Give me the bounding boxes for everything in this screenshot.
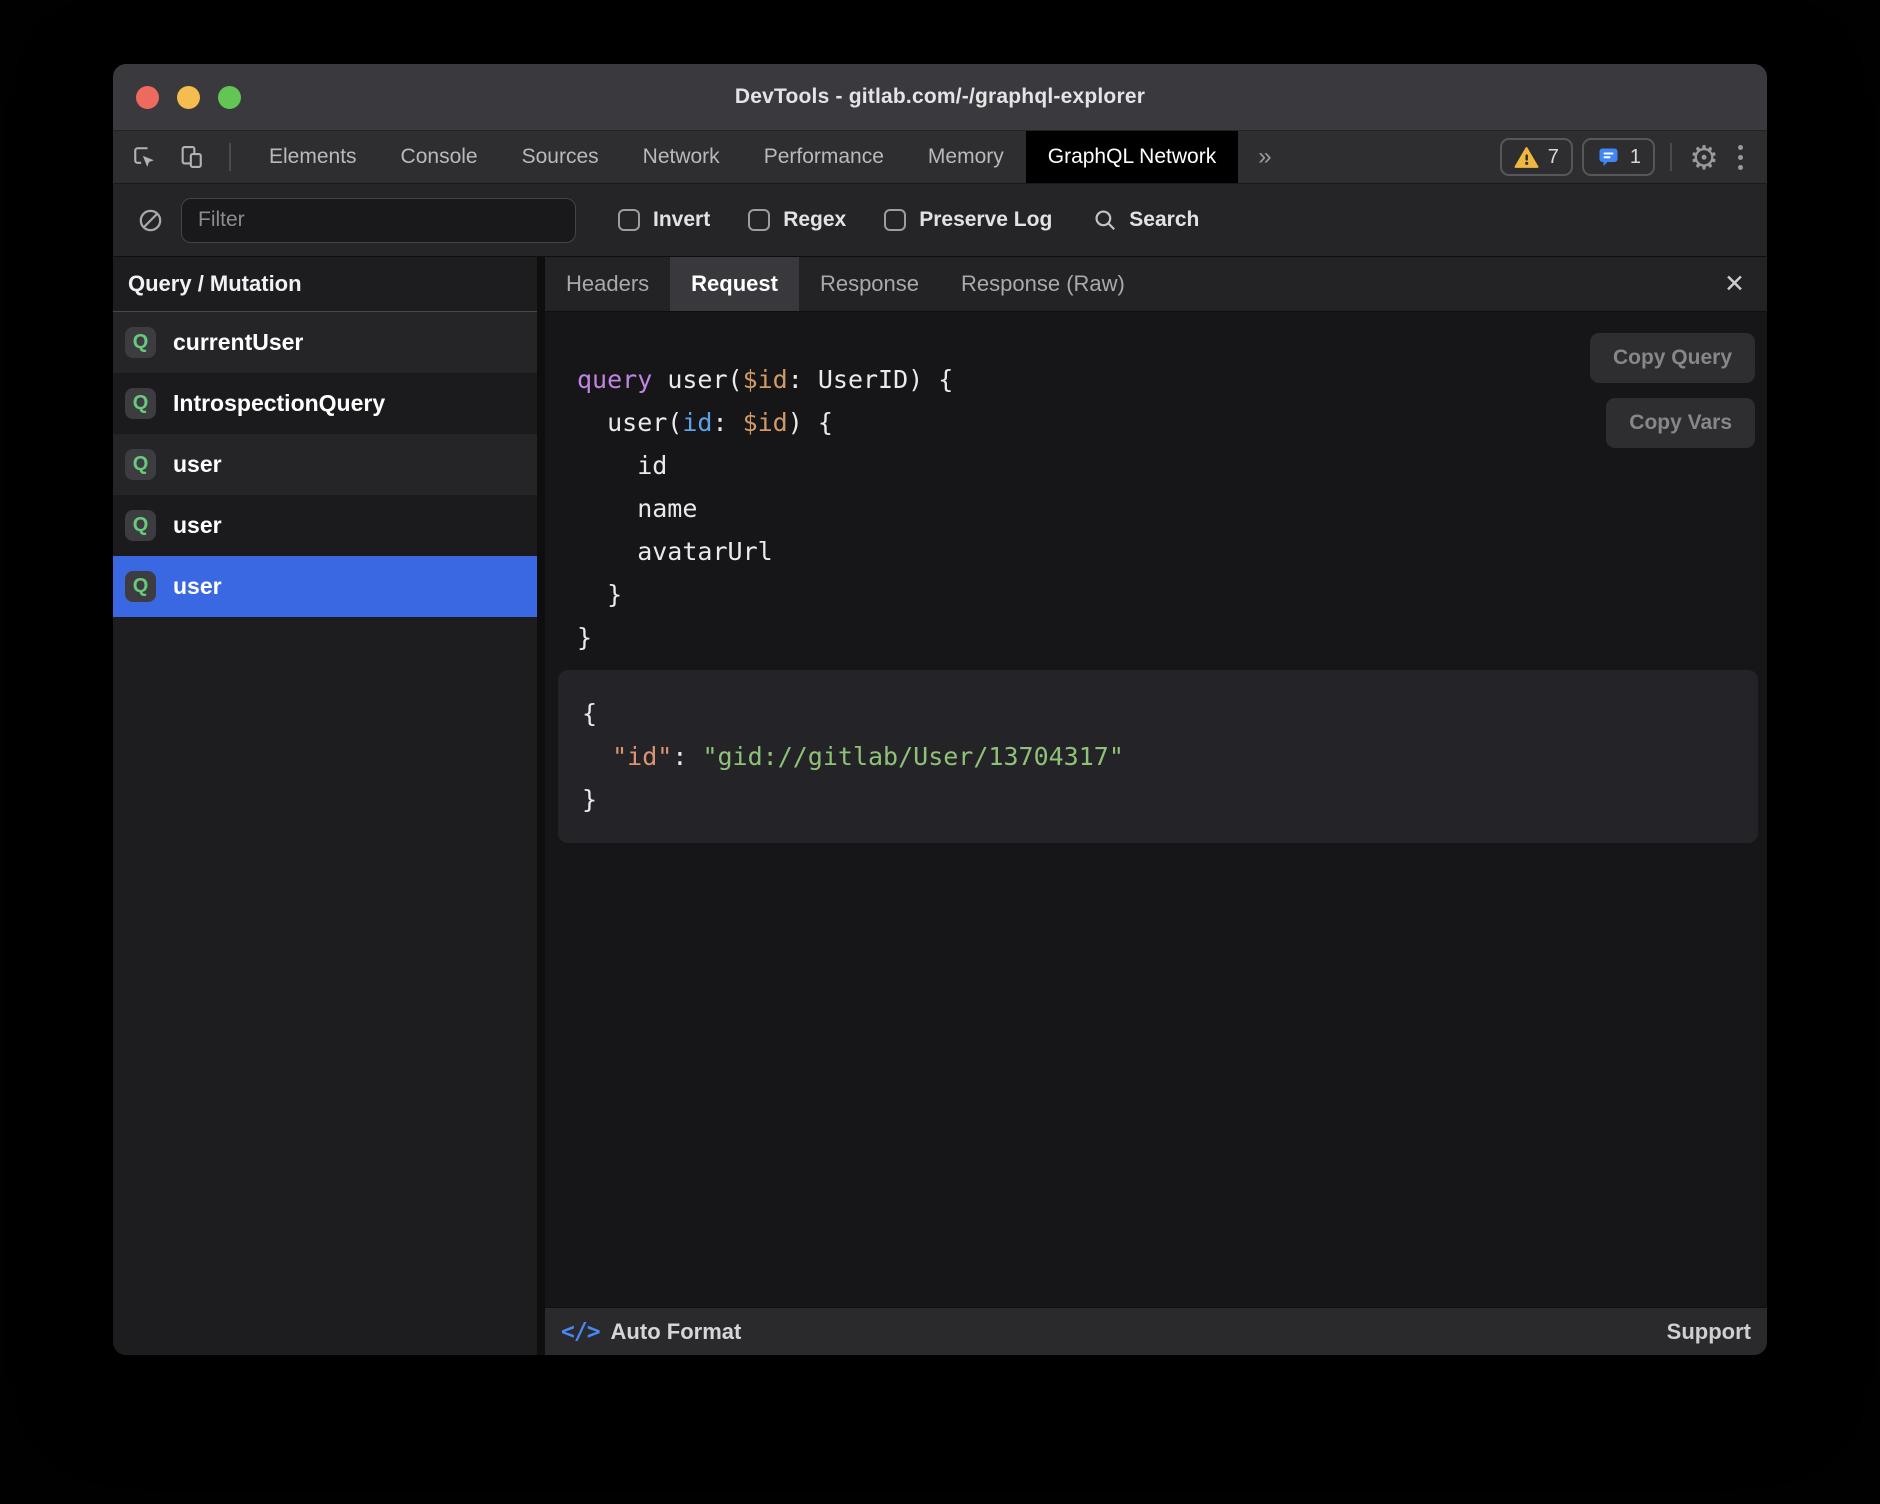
code-line: } xyxy=(582,778,1734,821)
devtools-tab-console[interactable]: Console xyxy=(379,131,500,183)
inspect-element-icon[interactable] xyxy=(127,140,161,174)
auto-format-label: Auto Format xyxy=(611,1319,742,1345)
code-format-icon: </> xyxy=(561,1319,600,1345)
checkbox-label: Preserve Log xyxy=(919,208,1052,232)
query-list-item[interactable]: QcurrentUser xyxy=(113,312,537,373)
devtools-tab-memory[interactable]: Memory xyxy=(906,131,1026,183)
support-link[interactable]: Support xyxy=(1667,1319,1751,1345)
query-type-badge: Q xyxy=(125,388,156,419)
query-code: query user($id: UserID) { user(id: $id) … xyxy=(577,358,953,659)
query-name-label: user xyxy=(173,512,222,539)
detail-tab-headers[interactable]: Headers xyxy=(545,257,670,311)
checkbox-invert[interactable]: Invert xyxy=(618,208,710,232)
devtools-tab-performance[interactable]: Performance xyxy=(742,131,906,183)
detail-tab-response[interactable]: Response xyxy=(799,257,940,311)
checkbox-label: Invert xyxy=(653,208,710,232)
warning-icon xyxy=(1514,146,1539,169)
code-line: avatarUrl xyxy=(577,530,953,573)
search-icon xyxy=(1092,207,1118,233)
query-list-item[interactable]: Quser xyxy=(113,556,537,617)
window-title: DevTools - gitlab.com/-/graphql-explorer xyxy=(735,85,1145,109)
filter-input[interactable] xyxy=(181,198,576,243)
toolbar-right-controls: 7 1 ⚙ xyxy=(1500,131,1767,183)
query-name-label: IntrospectionQuery xyxy=(173,390,385,417)
warnings-badge[interactable]: 7 xyxy=(1500,138,1573,176)
more-tabs-button[interactable]: » xyxy=(1238,131,1291,183)
code-line: name xyxy=(577,487,953,530)
detail-footer: </> Auto Format Support xyxy=(545,1307,1767,1355)
checkbox-box[interactable] xyxy=(618,209,640,231)
checkbox-regex[interactable]: Regex xyxy=(748,208,846,232)
detail-tab-request[interactable]: Request xyxy=(670,257,799,311)
code-line: query user($id: UserID) { xyxy=(577,358,953,401)
code-line: id xyxy=(577,444,953,487)
query-type-badge: Q xyxy=(125,327,156,358)
query-name-label: currentUser xyxy=(173,329,303,356)
devtools-tab-elements[interactable]: Elements xyxy=(247,131,379,183)
device-toolbar-icon[interactable] xyxy=(175,140,209,174)
main-panels: Query / Mutation QcurrentUserQIntrospect… xyxy=(113,257,1767,1355)
message-count: 1 xyxy=(1630,146,1641,169)
request-tab-content: query user($id: UserID) { user(id: $id) … xyxy=(545,312,1767,1307)
devtools-toolbar: ElementsConsoleSourcesNetworkPerformance… xyxy=(113,131,1767,184)
chat-bubble-icon xyxy=(1596,145,1621,169)
devtools-tabs: ElementsConsoleSourcesNetworkPerformance… xyxy=(247,131,1238,183)
kebab-menu-icon[interactable] xyxy=(1730,145,1751,170)
auto-format-button[interactable]: </> Auto Format xyxy=(561,1319,741,1345)
code-line: } xyxy=(577,616,953,659)
code-line: } xyxy=(577,573,953,616)
request-detail-panel: HeadersRequestResponseResponse (Raw) ✕ qu… xyxy=(545,257,1767,1355)
code-line: user(id: $id) { xyxy=(577,401,953,444)
clear-block-icon[interactable] xyxy=(133,203,167,237)
zoom-window-button[interactable] xyxy=(218,86,241,109)
messages-badge[interactable]: 1 xyxy=(1582,138,1655,176)
controls-separator xyxy=(1670,143,1672,171)
checkbox-label: Regex xyxy=(783,208,846,232)
minimize-window-button[interactable] xyxy=(177,86,200,109)
query-list-item[interactable]: Q IntrospectionQuery xyxy=(113,373,537,434)
toolbar-left-icons xyxy=(113,131,237,183)
query-name-label: user xyxy=(173,451,222,478)
search-label: Search xyxy=(1129,208,1199,232)
variables-code: { "id": "gid://gitlab/User/13704317"} xyxy=(582,692,1734,821)
title-bar: DevTools - gitlab.com/-/graphql-explorer xyxy=(113,64,1767,131)
query-type-badge: Q xyxy=(125,449,156,480)
close-window-button[interactable] xyxy=(136,86,159,109)
devtools-tab-graphql-network[interactable]: GraphQL Network xyxy=(1026,131,1238,183)
query-type-badge: Q xyxy=(125,510,156,541)
checkbox-preserve-log[interactable]: Preserve Log xyxy=(884,208,1052,232)
devtools-window: DevTools - gitlab.com/-/graphql-explorer… xyxy=(113,64,1767,1355)
devtools-tab-sources[interactable]: Sources xyxy=(500,131,621,183)
filter-checkboxes: Invert Regex Preserve Log xyxy=(618,208,1052,232)
detail-tabs: HeadersRequestResponseResponse (Raw) ✕ xyxy=(545,257,1767,312)
checkbox-box[interactable] xyxy=(884,209,906,231)
query-list-header: Query / Mutation xyxy=(113,257,537,312)
query-list-item[interactable]: Quser xyxy=(113,495,537,556)
traffic-lights xyxy=(136,64,241,130)
query-list-panel: Query / Mutation QcurrentUserQIntrospect… xyxy=(113,257,537,1355)
devtools-tab-network[interactable]: Network xyxy=(621,131,742,183)
filter-bar: Invert Regex Preserve Log Search xyxy=(113,184,1767,257)
code-line: { xyxy=(582,692,1734,735)
detail-tab-response-raw-[interactable]: Response (Raw) xyxy=(940,257,1146,311)
warning-count: 7 xyxy=(1548,146,1559,169)
query-name-label: user xyxy=(173,573,222,600)
copy-query-button[interactable]: Copy Query xyxy=(1590,333,1755,383)
checkbox-box[interactable] xyxy=(748,209,770,231)
variables-box: { "id": "gid://gitlab/User/13704317"} xyxy=(558,670,1758,843)
query-list-item[interactable]: Quser xyxy=(113,434,537,495)
code-line: "id": "gid://gitlab/User/13704317" xyxy=(582,735,1734,778)
copy-vars-button[interactable]: Copy Vars xyxy=(1606,398,1755,448)
close-panel-icon[interactable]: ✕ xyxy=(1702,257,1767,311)
search-button[interactable]: Search xyxy=(1092,207,1199,233)
toolbar-separator xyxy=(229,143,231,171)
query-type-badge: Q xyxy=(125,571,156,602)
query-list: QcurrentUserQIntrospectionQueryQuserQuse… xyxy=(113,312,537,617)
panel-resize-handle[interactable] xyxy=(537,257,545,1355)
settings-gear-icon[interactable]: ⚙ xyxy=(1687,140,1721,174)
copy-buttons: Copy Query Copy Vars xyxy=(1590,333,1755,448)
